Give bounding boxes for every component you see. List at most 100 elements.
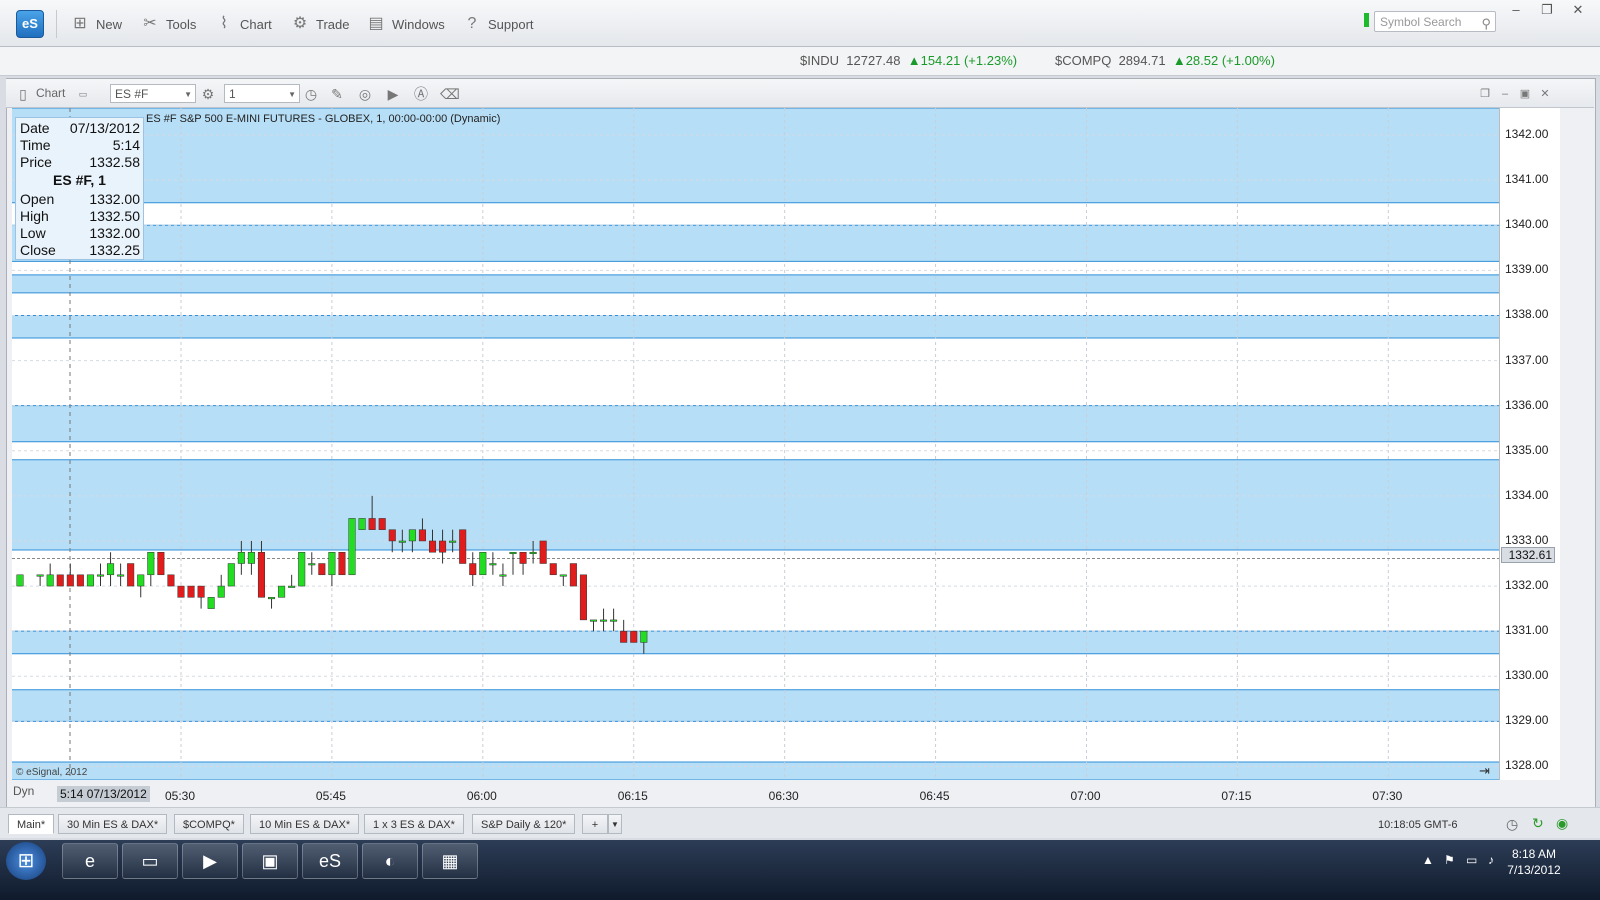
candle-body	[86, 574, 94, 587]
clock-icon[interactable]: ◷	[1506, 816, 1518, 833]
network-icon[interactable]: ▭	[1466, 853, 1477, 867]
action-center-icon[interactable]: ⚑	[1444, 853, 1455, 867]
price-zone	[12, 405, 1499, 442]
cursor-icon[interactable]: ◎	[356, 85, 374, 103]
esignal-taskbar-icon[interactable]: eS	[302, 843, 358, 879]
candle-body	[217, 585, 225, 598]
candle-body	[338, 551, 346, 576]
info-low-value: 1332.00	[89, 225, 140, 241]
new-button[interactable]: ⊞ New	[70, 12, 122, 36]
esignal-logo[interactable]: eS	[16, 10, 44, 38]
up-arrow-icon: ▲	[1172, 53, 1186, 68]
candle-body	[579, 574, 587, 621]
panel-toggle-icon[interactable]: ▯	[14, 85, 32, 103]
support-button[interactable]: ? Support	[462, 12, 534, 36]
link-icon[interactable]: ▭	[74, 85, 92, 103]
eraser-icon[interactable]: ⌫	[440, 85, 460, 103]
tab-1x3[interactable]: 1 x 3 ES & DAX*	[364, 814, 464, 834]
candle-body	[549, 563, 557, 576]
dyn-label[interactable]: Dyn	[13, 784, 34, 798]
candle-body	[197, 585, 205, 598]
minimize-icon[interactable]: –	[1504, 2, 1528, 18]
candle-body	[167, 574, 175, 587]
internet-explorer-icon[interactable]: e	[62, 843, 118, 879]
clock-icon[interactable]: ◷	[302, 85, 320, 103]
tab-compq[interactable]: $COMPQ*	[174, 814, 244, 834]
time-axis[interactable]: 05:30 05:45 06:00 06:15 06:30 06:45 07:00 07:15…	[12, 781, 1559, 805]
y-tick-label: 1340.00	[1505, 217, 1549, 232]
close-icon[interactable]: ✕	[1566, 2, 1590, 18]
ticker-bar: $INDU 12727.48 ▲154.21 (+1.23%) $COMPQ 2…	[0, 47, 1600, 76]
chart-label: Chart	[240, 16, 272, 32]
x-tick-label: 07:30	[1372, 789, 1403, 803]
status-ok-icon[interactable]: ◉	[1556, 815, 1568, 832]
info-high-value: 1332.50	[89, 208, 140, 224]
candlestick-chart	[12, 108, 1499, 780]
y-tick-label: 1329.00	[1505, 713, 1549, 728]
candle-body	[76, 574, 84, 587]
chart-minimize-icon[interactable]: –	[1496, 85, 1514, 103]
text-icon[interactable]: Ⓐ	[412, 85, 430, 103]
add-tab-button[interactable]: +	[582, 814, 608, 834]
candle-body	[237, 551, 245, 564]
taskbar-clock[interactable]: 8:18 AM 7/13/2012	[1494, 846, 1574, 878]
info-price-value: 1332.58	[89, 154, 140, 170]
refresh-icon[interactable]: ↻	[1532, 815, 1544, 832]
media-player-icon[interactable]: ▶	[182, 843, 238, 879]
candle-body	[96, 574, 105, 577]
tools-button[interactable]: ✂ Tools	[140, 12, 196, 36]
ticker-change: 28.52 (+1.00%)	[1185, 53, 1275, 68]
x-tick-label: 05:30	[164, 789, 195, 803]
tab-main[interactable]: Main*	[8, 814, 55, 834]
info-symbol: ES #F, 1	[53, 172, 106, 188]
restore-icon[interactable]: ❐	[1535, 2, 1559, 18]
scroll-to-end-icon[interactable]: ⇥	[1479, 763, 1490, 779]
remote-desktop-icon[interactable]: ▣	[242, 843, 298, 879]
symbol-combo[interactable]: ES #F ▼	[110, 84, 196, 103]
connection-indicator	[1364, 13, 1369, 27]
x-tick-label: 06:00	[466, 789, 497, 803]
chart-icon: ⌇	[220, 15, 228, 32]
chart-plot-area[interactable]	[12, 108, 1499, 780]
info-date-value: 07/13/2012	[69, 120, 140, 136]
candle-body	[378, 518, 386, 530]
folder-icon[interactable]: ▭	[122, 843, 178, 879]
settings-icon[interactable]: ⚙	[199, 85, 217, 103]
y-tick-label: 1332.00	[1505, 578, 1549, 593]
chart-close-icon[interactable]: ✕	[1536, 85, 1554, 103]
chart-maximize-icon[interactable]: ▣	[1516, 85, 1534, 103]
tab-30min[interactable]: 30 Min ES & DAX*	[58, 814, 168, 834]
price-zone	[12, 459, 1499, 550]
tab-sp-daily[interactable]: S&P Daily & 120*	[472, 814, 576, 834]
candle-body	[157, 551, 165, 576]
symbol-search-input[interactable]: Symbol Search ⚲	[1374, 11, 1496, 32]
start-button-icon[interactable]: ⊞	[6, 842, 46, 880]
price-axis[interactable]: 1342.00 1341.00 1340.00 1339.00 1338.00 1337.…	[1499, 108, 1560, 780]
chart-restore-icon[interactable]: ❐	[1476, 85, 1494, 103]
y-tick-label: 1334.00	[1505, 487, 1549, 502]
tray-arrow-icon[interactable]: ▲	[1422, 853, 1434, 867]
y-tick-label: 1328.00	[1505, 758, 1549, 773]
app-taskbar-icon[interactable]: ◐	[362, 843, 418, 879]
trade-button[interactable]: ⚙ Trade	[290, 12, 350, 36]
search-icon[interactable]: ⚲	[1481, 13, 1491, 34]
calculator-icon[interactable]: ▦	[422, 843, 478, 879]
interval-combo[interactable]: 1 ▼	[224, 84, 300, 103]
candle-body	[600, 619, 608, 622]
ticker-indu[interactable]: $INDU 12727.48 ▲154.21 (+1.23%)	[800, 53, 1017, 68]
candle-body	[46, 574, 54, 587]
candle-body	[177, 585, 185, 598]
candle-body	[610, 619, 618, 622]
ticker-compq[interactable]: $COMPQ 2894.71 ▲28.52 (+1.00%)	[1055, 53, 1275, 68]
windows-button[interactable]: ▤ Windows	[366, 12, 444, 36]
tab-menu-icon[interactable]: ▼	[608, 814, 622, 834]
candle-body	[569, 563, 577, 587]
play-icon[interactable]: ▶	[384, 85, 402, 103]
chart-button[interactable]: ⌇ Chart	[214, 12, 272, 36]
windows-icon: ▤	[368, 15, 384, 32]
chart-toolbar: ▯ Chart ▭ ES #F ▼ ⚙ 1 ▼ ◷ ✎ ◎ ▶ Ⓐ ⌫ ❐ – ▣ …	[6, 79, 1594, 108]
new-window-icon: ⊞	[73, 15, 87, 32]
pencil-icon[interactable]: ✎	[328, 85, 346, 103]
candle-body	[278, 585, 286, 598]
tab-10min[interactable]: 10 Min ES & DAX*	[250, 814, 360, 834]
